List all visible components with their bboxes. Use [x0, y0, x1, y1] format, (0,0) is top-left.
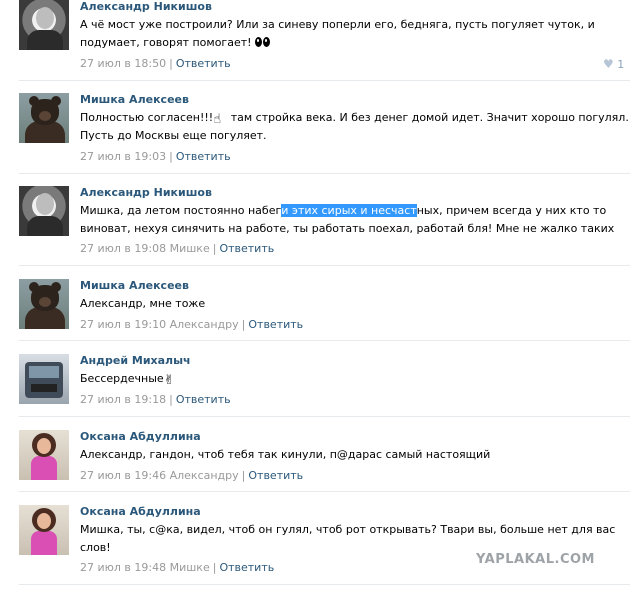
- author-name[interactable]: Оксана Абдуллина: [80, 505, 201, 518]
- victory-hand-emoji-icon: ✌: [163, 373, 175, 388]
- reply-link[interactable]: Ответить: [176, 150, 231, 163]
- comment-text: Александр, гандон, чтоб тебя так кинули,…: [80, 448, 491, 461]
- timestamp: 27 июл в 19:03: [80, 150, 167, 163]
- comment-meta: 27 июл в 19:08 Мишке | Ответить: [80, 242, 275, 255]
- comment-meta: 27 июл в 18:50 | Ответить: [80, 57, 231, 70]
- selected-text: и этих сирых и несчаст: [281, 204, 417, 217]
- user-avatar[interactable]: [19, 279, 69, 329]
- divider: [19, 80, 630, 81]
- comment-text: Бессердечные✌: [80, 370, 550, 388]
- author-name[interactable]: Мишка Алексеев: [80, 279, 189, 292]
- comment-meta: 27 июл в 19:46 Александру | Ответить: [80, 469, 304, 482]
- user-avatar[interactable]: [19, 430, 69, 480]
- comment-text: А чё мост уже построили? Или за синеву п…: [80, 16, 595, 53]
- comment-meta: 27 июл в 19:18 | Ответить: [80, 393, 231, 406]
- reply-link[interactable]: Ответить: [176, 57, 231, 70]
- pointing-hand-emoji-icon: ☝: [213, 112, 222, 127]
- reply-link[interactable]: Ответить: [219, 561, 274, 574]
- user-avatar[interactable]: [19, 505, 69, 555]
- author-name[interactable]: Мишка Алексеев: [80, 93, 189, 106]
- reply-link[interactable]: Ответить: [248, 318, 303, 331]
- like-button[interactable]: ♥ 1: [603, 57, 624, 71]
- author-name[interactable]: Андрей Михалыч: [80, 354, 191, 367]
- timestamp: 27 июл в 19:18: [80, 393, 167, 406]
- eyes-emoji-icon: [255, 35, 271, 53]
- user-avatar[interactable]: [19, 186, 69, 236]
- watermark: YAPLAKAL.COM: [476, 552, 595, 567]
- divider: [19, 340, 630, 341]
- reply-link[interactable]: Ответить: [248, 469, 303, 482]
- comment-meta: 27 июл в 19:48 Мишке | Ответить: [80, 561, 275, 574]
- timestamp: 27 июл в 19:46 Александру: [80, 469, 239, 482]
- user-avatar[interactable]: [19, 354, 69, 404]
- comment-meta: 27 июл в 19:10 Александру | Ответить: [80, 318, 304, 331]
- user-avatar[interactable]: [19, 0, 69, 50]
- divider: [19, 173, 630, 174]
- comment-text: Мишка, да летом постоянно набеги этих си…: [80, 204, 615, 235]
- comment-text: Александр, мне тоже: [80, 297, 206, 310]
- divider: [19, 584, 630, 585]
- divider: [19, 491, 630, 492]
- user-avatar[interactable]: [19, 93, 69, 143]
- timestamp: 27 июл в 18:50: [80, 57, 167, 70]
- heart-icon: ♥: [603, 57, 614, 71]
- reply-link[interactable]: Ответить: [176, 393, 231, 406]
- author-name[interactable]: Александр Никишов: [80, 186, 212, 199]
- comment-meta: 27 июл в 19:03 | Ответить: [80, 150, 231, 163]
- author-name[interactable]: Оксана Абдуллина: [80, 430, 201, 443]
- author-name[interactable]: Александр Никишов: [80, 0, 212, 13]
- divider: [19, 265, 630, 266]
- divider: [19, 416, 630, 417]
- timestamp: 27 июл в 19:10 Александру: [80, 318, 239, 331]
- reply-link[interactable]: Ответить: [219, 242, 274, 255]
- comment-text: Полностью согласен!!!☝ там стройка века.…: [80, 111, 629, 142]
- timestamp: 27 июл в 19:48 Мишке: [80, 561, 210, 574]
- timestamp: 27 июл в 19:08 Мишке: [80, 242, 210, 255]
